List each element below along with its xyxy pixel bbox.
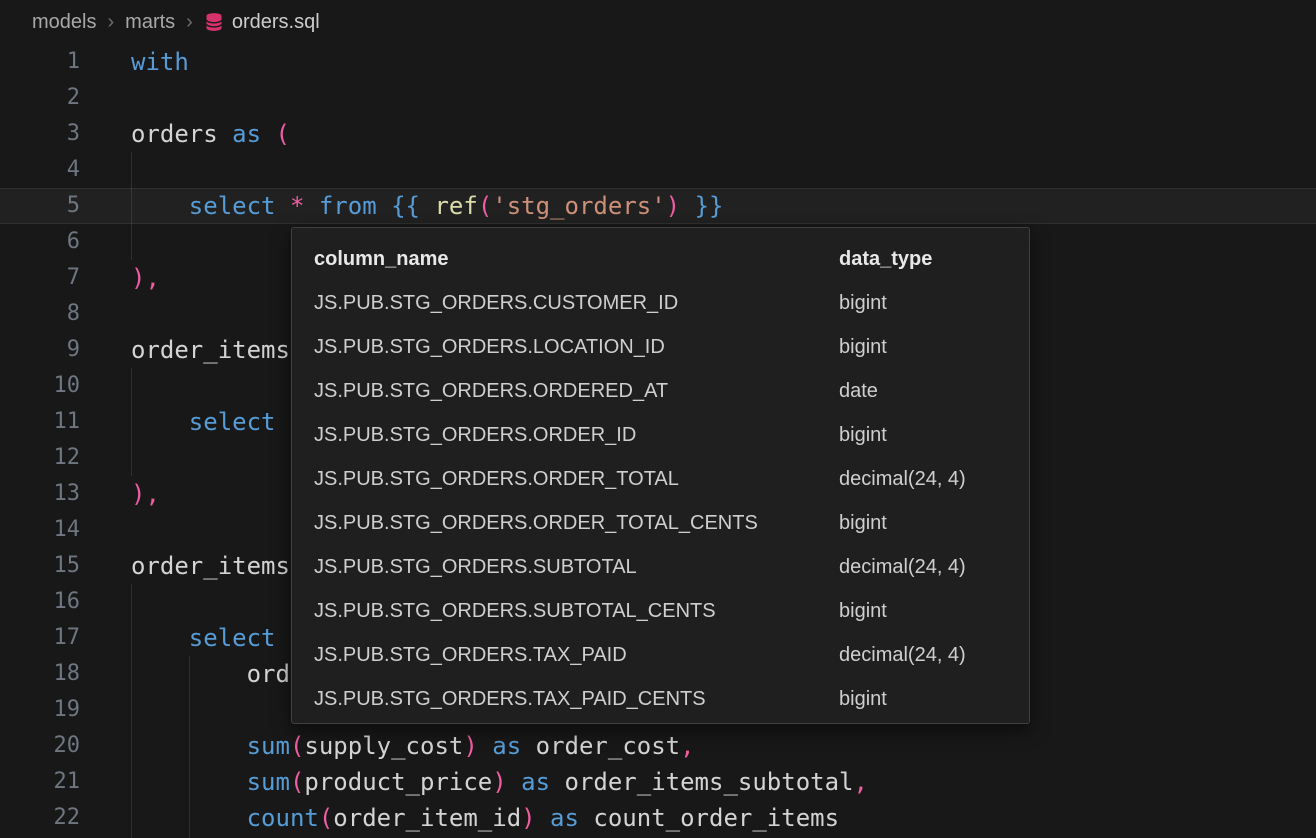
line-number[interactable]: 9 [0, 332, 80, 368]
hover-table-row: JS.PUB.STG_ORDERS.ORDERED_ATdate [314, 369, 1029, 413]
indent-guide [131, 584, 132, 838]
line-number[interactable]: 17 [0, 620, 80, 656]
code-line[interactable]: 22 count(order_item_id) as count_order_i… [0, 800, 1316, 836]
hover-table-row: JS.PUB.STG_ORDERS.ORDER_TOTAL_CENTSbigin… [314, 501, 1029, 545]
code-line[interactable]: 21 sum(product_price) as order_items_sub… [0, 764, 1316, 800]
indent-guide [131, 368, 132, 476]
line-number[interactable]: 11 [0, 404, 80, 440]
hover-table-row: JS.PUB.STG_ORDERS.TAX_PAIDdecimal(24, 4) [314, 633, 1029, 677]
code-text: count(order_item_id) as count_order_item… [80, 800, 1316, 836]
breadcrumb-item-models[interactable]: models [32, 11, 96, 34]
code-line[interactable]: 2 [0, 80, 1316, 116]
line-number[interactable]: 22 [0, 800, 80, 836]
editor-window: models › marts › orders.sql 1with23order… [0, 0, 1316, 838]
line-number[interactable]: 15 [0, 548, 80, 584]
line-number[interactable]: 14 [0, 512, 80, 548]
line-number[interactable]: 10 [0, 368, 80, 404]
line-number[interactable]: 5 [0, 188, 80, 224]
code-text: select * from {{ ref('stg_orders') }} [80, 188, 1316, 224]
line-number[interactable]: 19 [0, 692, 80, 728]
code-text: with [80, 44, 1316, 80]
code-line[interactable]: 1with [0, 44, 1316, 80]
chevron-right-icon: › [185, 12, 194, 32]
code-editor[interactable]: 1with23orders as (45 select * from {{ re… [0, 44, 1316, 838]
hover-popup: column_name data_type JS.PUB.STG_ORDERS.… [291, 227, 1030, 724]
line-number[interactable]: 6 [0, 224, 80, 260]
chevron-right-icon: › [106, 12, 115, 32]
code-text: orders as ( [80, 116, 1316, 152]
column-name-header: column_name [314, 248, 839, 271]
hover-table-row: JS.PUB.STG_ORDERS.ORDER_IDbigint [314, 413, 1029, 457]
hover-table-row: JS.PUB.STG_ORDERS.TAX_PAID_CENTSbigint [314, 677, 1029, 721]
line-number[interactable]: 13 [0, 476, 80, 512]
hover-table-body: JS.PUB.STG_ORDERS.CUSTOMER_IDbigintJS.PU… [314, 281, 1029, 721]
breadcrumb-item-file[interactable]: orders.sql [204, 11, 320, 34]
line-number[interactable]: 1 [0, 44, 80, 80]
data-type-header: data_type [839, 248, 1029, 271]
indent-guide [131, 152, 132, 260]
hover-table-row: JS.PUB.STG_ORDERS.ORDER_TOTALdecimal(24,… [314, 457, 1029, 501]
code-text [80, 152, 1316, 188]
hover-table-row: JS.PUB.STG_ORDERS.SUBTOTAL_CENTSbigint [314, 589, 1029, 633]
hover-table-header: column_name data_type [314, 237, 1029, 281]
breadcrumb-item-marts[interactable]: marts [125, 11, 175, 34]
hover-table-row: JS.PUB.STG_ORDERS.LOCATION_IDbigint [314, 325, 1029, 369]
line-number[interactable]: 2 [0, 80, 80, 116]
code-line[interactable]: 3orders as ( [0, 116, 1316, 152]
code-text [80, 80, 1316, 116]
line-number[interactable]: 16 [0, 584, 80, 620]
hover-table-row: JS.PUB.STG_ORDERS.CUSTOMER_IDbigint [314, 281, 1029, 325]
code-line[interactable]: 20 sum(supply_cost) as order_cost, [0, 728, 1316, 764]
breadcrumb: models › marts › orders.sql [32, 0, 320, 44]
line-number[interactable]: 8 [0, 296, 80, 332]
code-text: sum(product_price) as order_items_subtot… [80, 764, 1316, 800]
line-number[interactable]: 18 [0, 656, 80, 692]
indent-guide [189, 656, 190, 838]
line-number[interactable]: 20 [0, 728, 80, 764]
file-name: orders.sql [232, 11, 320, 34]
code-line[interactable]: 5 select * from {{ ref('stg_orders') }} [0, 188, 1316, 224]
code-text: sum(supply_cost) as order_cost, [80, 728, 1316, 764]
line-number[interactable]: 4 [0, 152, 80, 188]
line-number[interactable]: 7 [0, 260, 80, 296]
code-line[interactable]: 4 [0, 152, 1316, 188]
line-number[interactable]: 21 [0, 764, 80, 800]
line-number[interactable]: 3 [0, 116, 80, 152]
database-icon [204, 12, 224, 32]
line-number[interactable]: 12 [0, 440, 80, 476]
hover-table-row: JS.PUB.STG_ORDERS.SUBTOTALdecimal(24, 4) [314, 545, 1029, 589]
